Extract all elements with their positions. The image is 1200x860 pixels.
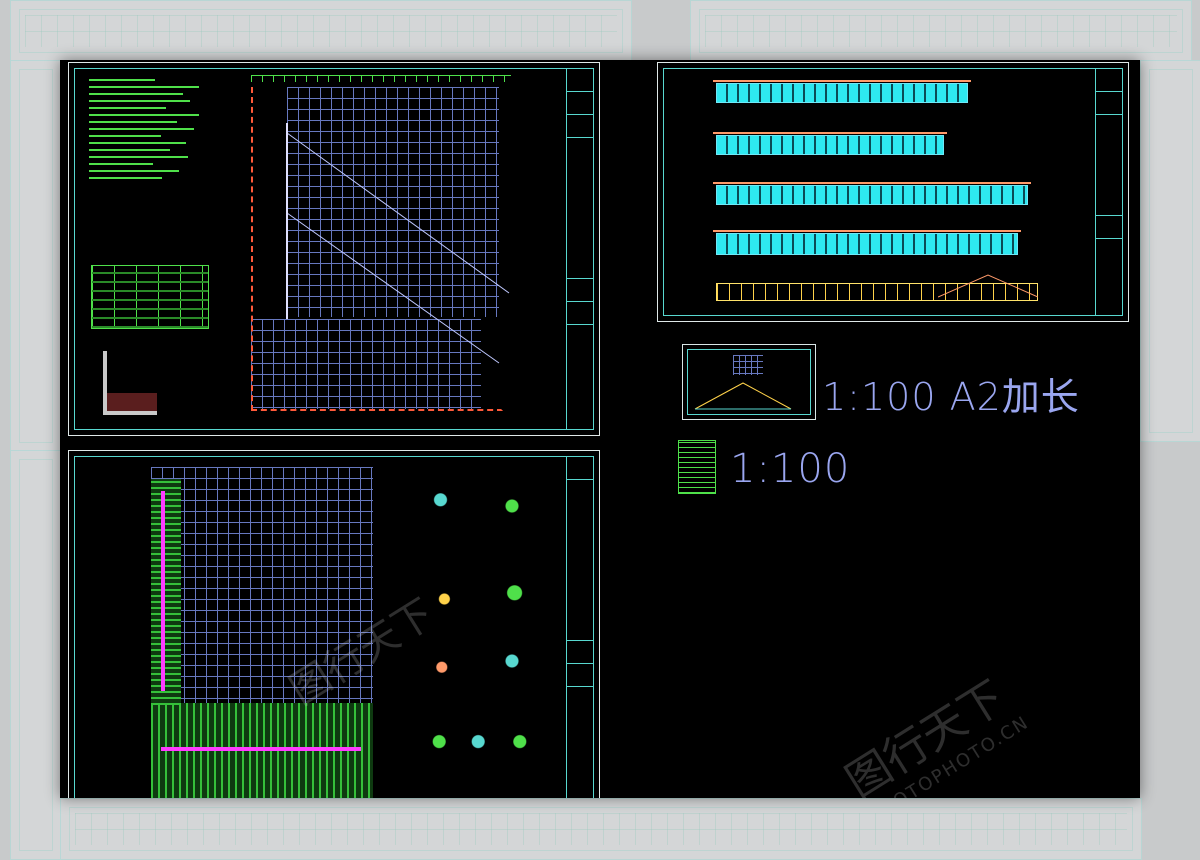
elevation-2 <box>713 132 947 155</box>
background-sheet-bottom <box>60 798 1142 860</box>
scale-label-standard: 1:100 <box>730 446 851 492</box>
cad-drawing-canvas: 1:100 A2加长 1:100 图行天下 图行天下 PHOTOPHOTO.CN <box>60 60 1140 798</box>
roof-profile <box>938 274 1038 298</box>
beam-magenta-vertical <box>161 491 165 691</box>
background-sheet-right <box>1140 60 1200 442</box>
diagonal-brace-lines <box>286 123 510 364</box>
background-sheet-left <box>10 60 62 452</box>
background-sheet-top-right <box>690 0 1192 62</box>
elevation-4 <box>713 230 1021 255</box>
dimension-ticks <box>251 75 511 82</box>
sheet-elevations <box>657 62 1129 322</box>
thumbnail-table <box>678 440 716 494</box>
elevation-1 <box>713 80 971 103</box>
background-sheet-bottom-left <box>10 450 62 860</box>
scale-label-a2-extended: 1:100 A2加长 <box>822 375 1080 419</box>
sheet-floor-plan <box>68 450 600 798</box>
sheet-roof-plan <box>68 62 600 436</box>
column-strip-green <box>151 479 181 705</box>
background-sheet-top-left <box>10 0 632 62</box>
watermark-right: 图行天下 PHOTOPHOTO.CN <box>831 658 1033 798</box>
beam-magenta-horizontal <box>161 747 361 751</box>
elevation-3 <box>713 182 1031 205</box>
thumbnail-a2-extended <box>682 344 816 420</box>
